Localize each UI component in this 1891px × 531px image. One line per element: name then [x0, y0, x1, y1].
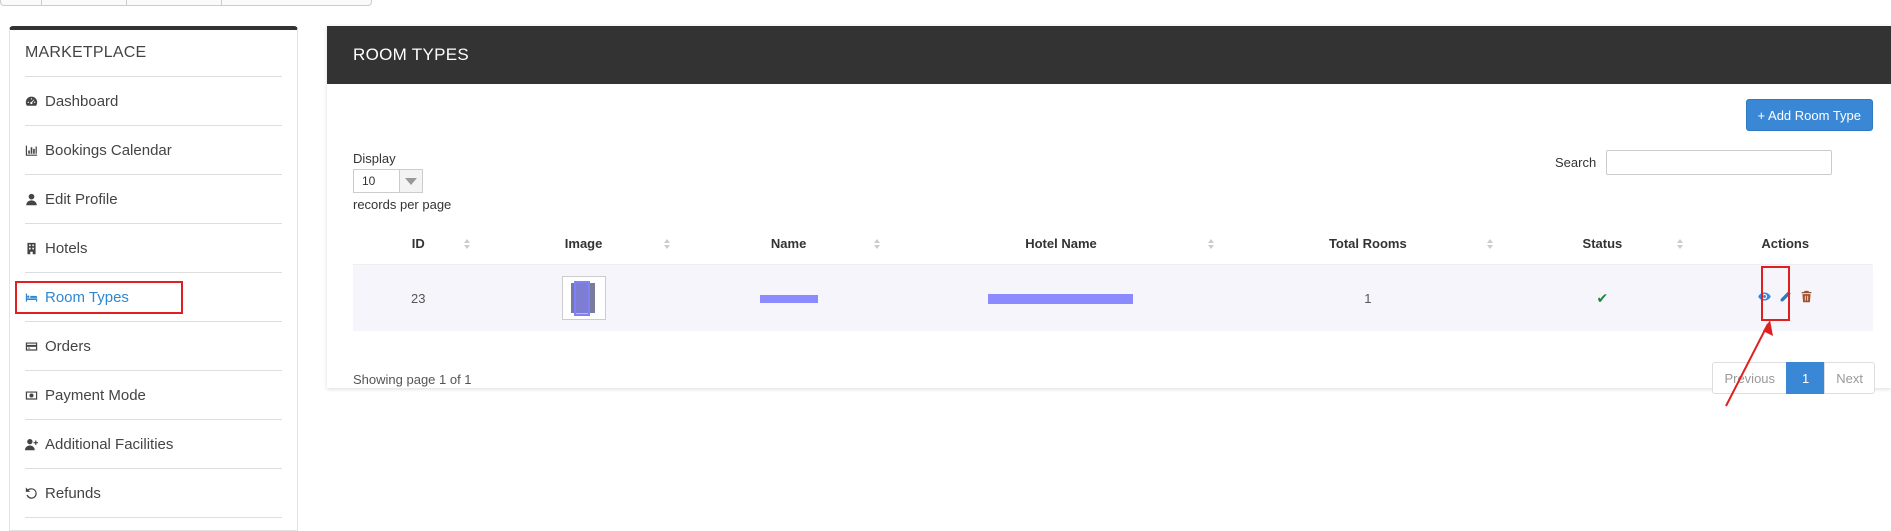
bar-chart-icon — [25, 144, 43, 157]
column-header-hotel-name[interactable]: Hotel Name — [894, 223, 1229, 265]
table-row: 23 1 ✔ — [353, 264, 1873, 331]
money-icon — [25, 389, 43, 402]
sort-icon — [1487, 238, 1494, 249]
sidebar-item-label: Refunds — [45, 484, 101, 502]
sidebar: MARKETPLACE Dashboard Bookings Calendar … — [9, 26, 298, 531]
search-input[interactable] — [1606, 150, 1832, 175]
dashboard-icon — [25, 95, 43, 108]
user-plus-icon — [25, 438, 43, 451]
add-room-type-label: + Add Room Type — [1757, 107, 1861, 123]
sidebar-item-payment-mode[interactable]: Payment Mode — [25, 371, 282, 420]
edit-action-highlight-annotation — [1761, 266, 1790, 321]
sidebar-item-additional-facilities[interactable]: Additional Facilities — [25, 420, 282, 469]
redaction-mark — [573, 281, 590, 316]
redacted-room-name — [759, 295, 818, 304]
sidebar-item-label: Edit Profile — [45, 190, 118, 208]
display-label: Display — [353, 151, 396, 166]
sidebar-item-label: Dashboard — [45, 92, 119, 110]
cell-name — [683, 264, 894, 331]
sidebar-item-label: Orders — [45, 337, 91, 355]
sidebar-item-label: Payment Mode — [45, 386, 146, 404]
sort-icon — [1208, 238, 1215, 249]
records-per-page-value: 10 — [362, 174, 376, 188]
records-per-page-select[interactable]: 10 — [353, 169, 423, 193]
sidebar-item-hotels[interactable]: Hotels — [25, 224, 282, 273]
page-title: ROOM TYPES — [327, 26, 1891, 84]
cell-status: ✔ — [1507, 264, 1698, 331]
sidebar-item-label: Bookings Calendar — [45, 141, 172, 159]
sidebar-item-edit-profile[interactable]: Edit Profile — [25, 175, 282, 224]
credit-card-icon — [25, 340, 43, 353]
sidebar-title: MARKETPLACE — [25, 44, 282, 77]
cell-hotel-name — [893, 264, 1229, 331]
sort-icon — [463, 238, 470, 249]
column-header-id[interactable]: ID — [353, 223, 484, 265]
sidebar-item-refunds[interactable]: Refunds — [25, 469, 282, 518]
room-thumbnail[interactable] — [561, 276, 606, 320]
check-icon: ✔ — [1596, 289, 1609, 306]
user-icon — [25, 193, 43, 206]
sort-icon — [1677, 238, 1684, 249]
undo-icon — [25, 486, 43, 500]
sidebar-item-bookings-calendar[interactable]: Bookings Calendar — [25, 126, 282, 175]
annotation-arrow — [1725, 320, 1773, 407]
top-tab-strip — [0, 0, 372, 6]
column-header-name[interactable]: Name — [684, 223, 894, 265]
records-per-page-label: records per page — [353, 197, 452, 212]
building-icon — [25, 242, 43, 255]
room-types-table: ID Image Name Hotel Name Total Rooms Sta… — [353, 223, 1873, 331]
room-types-highlight-annotation — [15, 281, 183, 314]
chevron-down-icon[interactable] — [399, 170, 422, 192]
column-header-total-rooms[interactable]: Total Rooms — [1228, 223, 1507, 265]
sidebar-item-dashboard[interactable]: Dashboard — [25, 77, 282, 126]
add-room-type-button[interactable]: + Add Room Type — [1745, 99, 1873, 131]
trash-icon[interactable] — [1800, 290, 1813, 306]
pagination-page-1[interactable]: 1 — [1786, 362, 1826, 394]
column-header-actions: Actions — [1761, 236, 1810, 251]
redacted-hotel-name — [988, 294, 1134, 305]
room-types-panel: ROOM TYPES + Add Room Type Display 10 re… — [327, 26, 1891, 394]
pagination-next[interactable]: Next — [1824, 362, 1875, 394]
search-label: Search — [1555, 155, 1597, 170]
sidebar-item-label: Hotels — [45, 239, 88, 257]
cell-total-rooms: 1 — [1228, 264, 1508, 331]
column-header-status[interactable]: Status — [1507, 223, 1697, 265]
sort-icon — [873, 238, 880, 249]
sort-icon — [663, 238, 670, 249]
cell-id: 23 — [353, 264, 484, 331]
column-header-image[interactable]: Image — [484, 223, 684, 265]
showing-page-text: Showing page 1 of 1 — [353, 372, 472, 387]
sidebar-item-orders[interactable]: Orders — [25, 322, 282, 371]
cell-image — [483, 264, 684, 331]
sidebar-item-label: Additional Facilities — [45, 435, 174, 453]
